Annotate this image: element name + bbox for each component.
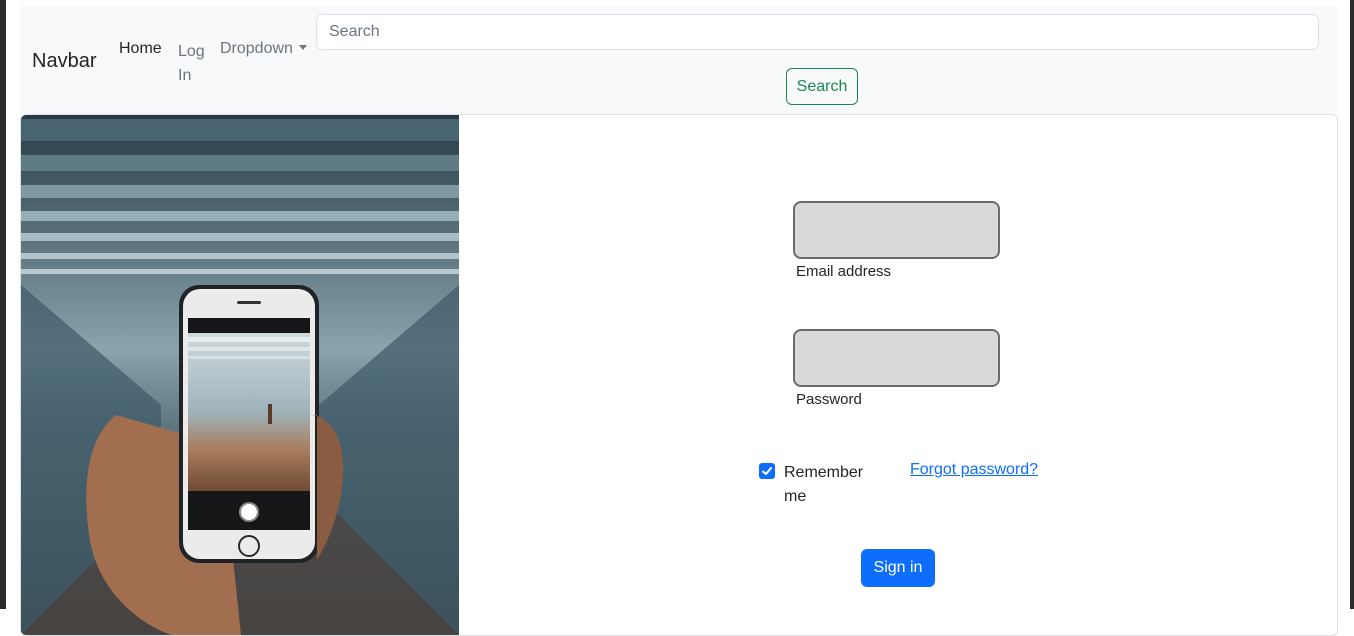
nav-dropdown-toggle[interactable]: Dropdown [220, 40, 307, 58]
forgot-password-link[interactable]: Forgot password? [910, 461, 1038, 479]
checkbox-check-icon [762, 467, 772, 475]
sign-in-button[interactable]: Sign in [861, 549, 935, 587]
window-edge-left [0, 0, 6, 609]
navbar: Navbar Home Log In Dropdown Search [20, 6, 1337, 114]
email-label: Email address [796, 263, 892, 280]
password-field[interactable] [793, 329, 1000, 387]
nav-link-home[interactable]: Home [119, 40, 162, 58]
navbar-brand[interactable]: Navbar [32, 50, 96, 73]
dropdown-caret-icon [298, 45, 307, 50]
phone-corridor-photo [21, 115, 459, 635]
search-input[interactable] [316, 14, 1319, 50]
login-card: Email address Password Remember me Forgo… [20, 114, 1338, 636]
remember-me-checkbox[interactable] [759, 463, 775, 479]
nav-link-login[interactable]: Log In [178, 40, 212, 88]
remember-me-label[interactable]: Remember me [784, 461, 874, 509]
hero-photo [21, 115, 459, 635]
nav-dropdown-label: Dropdown [220, 40, 293, 57]
password-label: Password [796, 391, 862, 408]
email-field[interactable] [793, 201, 1000, 259]
search-button[interactable]: Search [786, 68, 858, 105]
window-edge-right [1350, 0, 1354, 609]
